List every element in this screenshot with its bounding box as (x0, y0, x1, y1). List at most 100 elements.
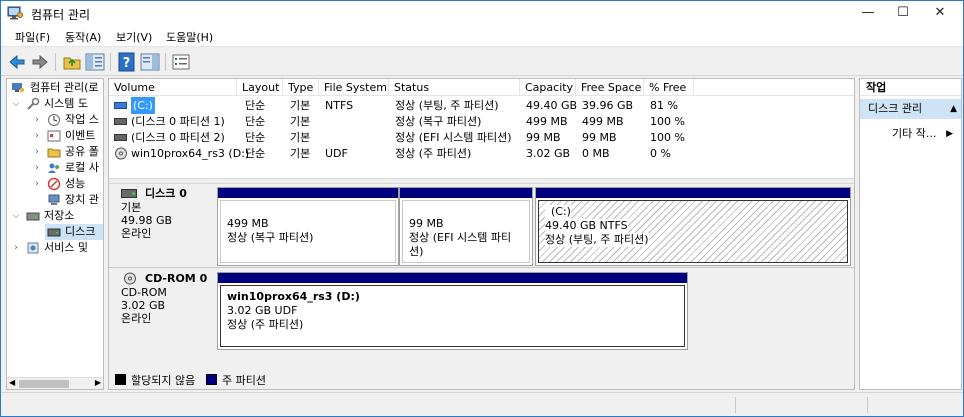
chevron-right-icon[interactable]: › (33, 128, 41, 144)
volume-layout: 단순 (245, 115, 266, 128)
tree-item-system-tools[interactable]: ⌵ 시스템 도 (7, 96, 103, 112)
volume-type: 기본 (290, 147, 311, 160)
column-header-free-space[interactable]: Free Space (576, 79, 644, 96)
tree-label: 공유 폴 (65, 145, 99, 158)
properties-icon[interactable] (171, 52, 191, 72)
volume-row[interactable]: win10prox64_rs3 (D:) 단순 기본 UDF 정상 (주 파티션… (109, 145, 854, 162)
volume-layout: 단순 (245, 147, 266, 160)
cdrom-type: CD-ROM (121, 286, 167, 299)
volume-type: 기본 (290, 115, 311, 128)
chevron-right-icon[interactable]: › (33, 112, 41, 128)
column-header-capacity[interactable]: Capacity (520, 79, 576, 96)
chevron-right-icon[interactable]: › (33, 160, 41, 176)
menu-file[interactable]: 파일(F) (15, 29, 50, 45)
partition-efi[interactable]: 99 MB 정상 (EFI 시스템 파티션) (399, 187, 533, 266)
title-bar[interactable]: 컴퓨터 관리 — ☐ ✕ (1, 1, 963, 25)
collapse-icon[interactable]: ▲ (950, 99, 957, 119)
partition-status: 정상 (복구 파티션) (227, 231, 314, 244)
partition-d[interactable]: win10prox64_rs3 (D:) 3.02 GB UDF 정상 (주 파… (217, 272, 688, 350)
column-header-file-system[interactable]: File System (319, 79, 389, 96)
tree-label: 이벤트 (65, 129, 96, 142)
volume-name: (디스크 0 파티션 1) (131, 115, 225, 128)
volume-layout: 단순 (245, 131, 266, 144)
chevron-right-icon[interactable]: › (33, 176, 41, 192)
close-button[interactable]: ✕ (923, 1, 957, 25)
tree-item-performance[interactable]: › 성능 (7, 176, 103, 192)
legend-unallocated-swatch (115, 374, 126, 385)
chevron-right-icon[interactable]: › (33, 144, 41, 160)
partition-c[interactable]: (C:) 49.40 GB NTFS 정상 (부팅, 주 파티션) (535, 187, 851, 266)
partition-status: 정상 (주 파티션) (227, 318, 304, 331)
partition-body: win10prox64_rs3 (D:) 3.02 GB UDF 정상 (주 파… (220, 285, 685, 347)
volume-fs: NTFS (325, 99, 354, 112)
chevron-down-icon[interactable]: ⌵ (12, 96, 20, 112)
tree-item-local-users[interactable]: › 로컬 사 (7, 160, 103, 176)
services-icon (27, 242, 39, 254)
partition-size: 3.02 GB UDF (227, 304, 298, 317)
partition-body: (C:) 49.40 GB NTFS 정상 (부팅, 주 파티션) (538, 200, 848, 263)
tree-horizontal-scrollbar[interactable]: ◀ ▶ (7, 377, 103, 389)
column-header-layout[interactable]: Layout (237, 79, 283, 96)
menu-bar: 파일(F) 동작(A) 보기(V) 도움말(H) (1, 25, 963, 47)
column-header-percent-free[interactable]: % Free (644, 79, 694, 96)
column-header-status[interactable]: Status (389, 79, 520, 96)
column-header-type[interactable]: Type (283, 79, 319, 96)
forward-icon[interactable] (30, 52, 50, 72)
tree-item-storage[interactable]: ⌵ 저장소 (7, 208, 103, 224)
volume-type: 기본 (290, 131, 311, 144)
partition-bar (536, 188, 850, 198)
cdrom-0-info[interactable]: CD-ROM 0 CD-ROM 3.02 GB 온라인 (113, 272, 213, 325)
tree-item-device-manager[interactable]: 장치 관 (7, 192, 103, 208)
menu-help[interactable]: 도움말(H) (166, 29, 213, 45)
legend-unallocated-label: 할당되지 않음 (131, 374, 196, 387)
volume-free: 0 MB (582, 147, 610, 160)
scroll-right-icon[interactable]: ▶ (95, 378, 101, 387)
column-header-volume[interactable]: Volume (109, 79, 237, 96)
actions-more-actions[interactable]: 기타 작... ▶ (860, 125, 961, 143)
menu-view[interactable]: 보기(V) (116, 29, 152, 45)
volume-free: 99 MB (582, 131, 617, 144)
partition-name: (C:) (545, 205, 571, 219)
legend: 할당되지 않음 주 파티션 (109, 369, 854, 389)
tree-item-services[interactable]: › 서비스 및 (7, 240, 103, 256)
cd-rom-icon (115, 147, 127, 160)
cdrom-state: 온라인 (121, 312, 152, 325)
show-hide-action-pane-icon[interactable] (140, 52, 160, 72)
partition-recovery[interactable]: 499 MB 정상 (복구 파티션) (217, 187, 399, 266)
tree-item-task-scheduler[interactable]: › 작업 스 (7, 112, 103, 128)
minimize-button[interactable]: — (851, 1, 885, 25)
show-hide-console-tree-icon[interactable] (85, 52, 105, 72)
up-folder-icon[interactable] (62, 52, 82, 72)
volume-fs: UDF (325, 147, 348, 160)
disk-name: 디스크 0 (145, 187, 187, 200)
partition-size: 99 MB (409, 217, 444, 230)
back-icon[interactable] (7, 52, 27, 72)
volume-row[interactable]: (디스크 0 파티션 2) 단순 기본 정상 (EFI 시스템 파티션) 99 … (109, 129, 854, 146)
disk-0-row: 디스크 0 기본 49.98 GB 온라인 499 MB 정상 (복구 파티션) (109, 184, 854, 268)
volume-status: 정상 (부팅, 주 파티션) (395, 99, 499, 112)
tree-item-event-viewer[interactable]: › 이벤트 (7, 128, 103, 144)
tree-item-shared-folders[interactable]: › 공유 폴 (7, 144, 103, 160)
volume-row[interactable]: (C:) 단순 기본 NTFS 정상 (부팅, 주 파티션) 49.40 GB … (109, 97, 854, 114)
volume-row[interactable]: (디스크 0 파티션 1) 단순 기본 정상 (복구 파티션) 499 MB 4… (109, 113, 854, 130)
actions-item-label: 기타 작... (892, 127, 937, 140)
disk-0-info[interactable]: 디스크 0 기본 49.98 GB 온라인 (113, 187, 213, 240)
actions-pane: 작업 디스크 관리 ▲ 기타 작... ▶ (859, 78, 962, 390)
tree-item-computer-management[interactable]: 컴퓨터 관리(로 (7, 80, 103, 96)
cdrom-name: CD-ROM 0 (145, 272, 208, 285)
tree-label: 로컬 사 (65, 161, 99, 174)
scroll-left-icon[interactable]: ◀ (9, 378, 15, 387)
tree-item-disk-management[interactable]: 디스크 (45, 224, 103, 240)
volume-status: 정상 (복구 파티션) (395, 115, 482, 128)
scrollbar-thumb[interactable] (19, 380, 69, 388)
chevron-right-icon[interactable]: › (12, 240, 20, 256)
actions-section-disk-management[interactable]: 디스크 관리 ▲ (860, 99, 961, 119)
svg-text:?: ? (123, 56, 131, 71)
maximize-button[interactable]: ☐ (886, 1, 920, 25)
tree-label: 저장소 (44, 209, 75, 222)
device-manager-icon (48, 194, 60, 205)
chevron-down-icon[interactable]: ⌵ (12, 208, 20, 224)
menu-action[interactable]: 동작(A) (65, 29, 101, 45)
help-icon[interactable]: ? (117, 52, 137, 72)
volume-name: (디스크 0 파티션 2) (131, 131, 225, 144)
